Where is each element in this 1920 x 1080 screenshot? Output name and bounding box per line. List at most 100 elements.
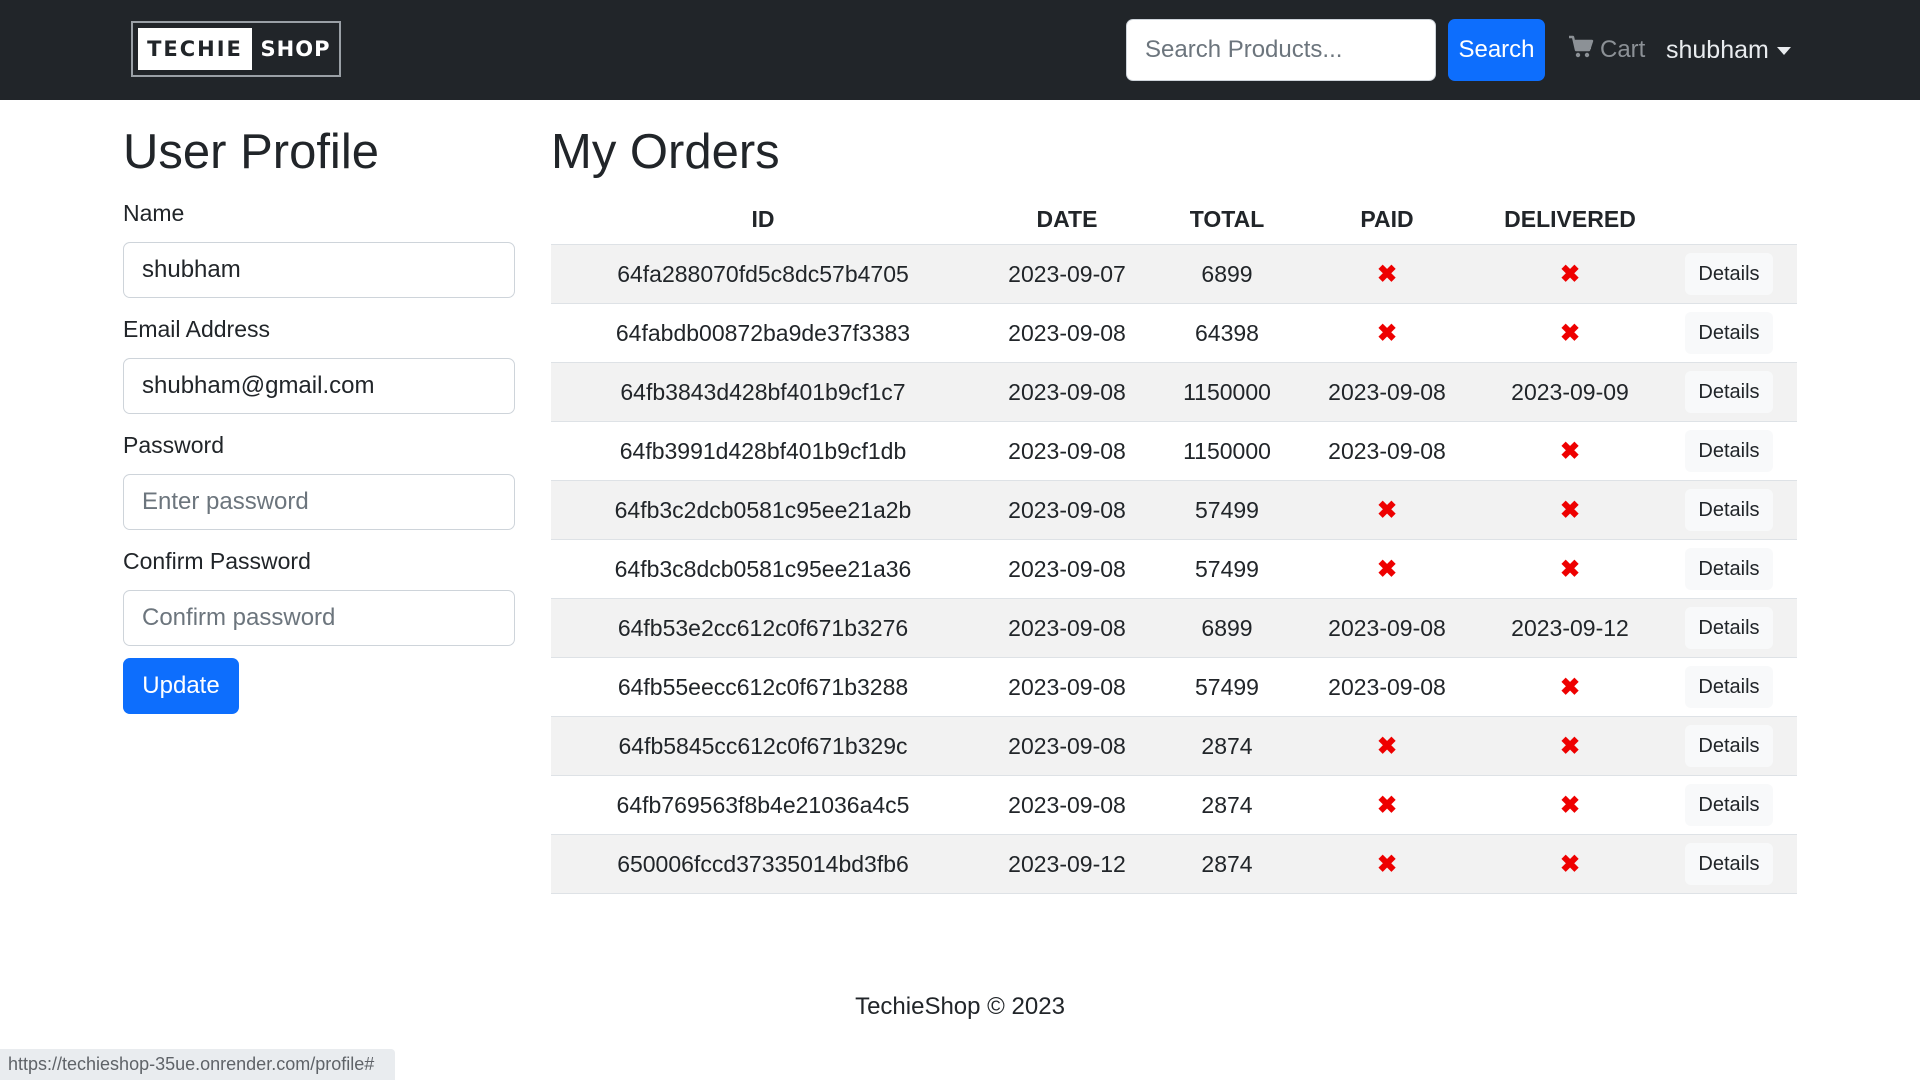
order-paid-status: ✖ [1295,480,1479,540]
cart-label: Cart [1600,36,1646,63]
name-field[interactable] [123,242,515,298]
order-delivered-status: ✖ [1479,834,1661,894]
order-paid-status: ✖ [1295,834,1479,894]
search-input[interactable] [1126,19,1436,81]
column-header-date: DATE [975,202,1159,245]
table-row: 64fb5845cc612c0f671b329c 2023-09-08 2874 ✖ ✖… [551,716,1797,776]
order-date: 2023-09-08 [975,303,1159,363]
order-actions: Details [1661,657,1797,717]
order-delivered-status: ✖ [1479,716,1661,776]
order-actions: Details [1661,480,1797,540]
details-button[interactable]: Details [1685,371,1773,413]
order-paid-date: 2023-09-08 [1295,657,1479,717]
table-row: 650006fccd37335014bd3fb6 2023-09-12 2874 ✖ ✖… [551,834,1797,894]
order-id: 64fb769563f8b4e21036a4c5 [551,775,975,835]
orders-table: ID DATE TOTAL PAID DELIVERED 64fa288070f… [551,202,1797,894]
order-total: 6899 [1159,244,1295,304]
confirm-password-field[interactable] [123,590,515,646]
order-delivered-date: 2023-09-09 [1479,362,1661,422]
order-total: 2874 [1159,834,1295,894]
order-paid-date: 2023-09-08 [1295,362,1479,422]
table-row: 64fb3991d428bf401b9cf1db 2023-09-08 115000… [551,421,1797,481]
order-total: 64398 [1159,303,1295,363]
order-date: 2023-09-08 [975,598,1159,658]
order-actions: Details [1661,775,1797,835]
order-delivered-status: ✖ [1479,244,1661,304]
x-mark-icon: ✖ [1559,319,1581,347]
order-date: 2023-09-08 [975,657,1159,717]
order-total: 6899 [1159,598,1295,658]
order-delivered-status: ✖ [1479,657,1661,717]
x-mark-icon: ✖ [1559,496,1581,524]
order-date: 2023-09-08 [975,539,1159,599]
order-actions: Details [1661,362,1797,422]
order-id: 64fb3991d428bf401b9cf1db [551,421,975,481]
x-mark-icon: ✖ [1376,319,1398,347]
x-mark-icon: ✖ [1376,850,1398,878]
x-mark-icon: ✖ [1559,673,1581,701]
x-mark-icon: ✖ [1559,732,1581,760]
order-paid-status: ✖ [1295,244,1479,304]
cart-icon [1568,35,1594,66]
x-mark-icon: ✖ [1559,437,1581,465]
order-id: 64fb3843d428bf401b9cf1c7 [551,362,975,422]
details-button[interactable]: Details [1685,489,1773,531]
order-date: 2023-09-08 [975,480,1159,540]
table-row: 64fabdb00872ba9de37f3383 2023-09-08 64398 ✖… [551,303,1797,363]
order-id: 64fb3c8dcb0581c95ee21a36 [551,539,975,599]
details-button[interactable]: Details [1685,843,1773,885]
order-id: 64fb5845cc612c0f671b329c [551,716,975,776]
password-field[interactable] [123,474,515,530]
logo-text-shop: SHOP [260,37,331,61]
order-paid-status: ✖ [1295,775,1479,835]
email-field[interactable] [123,358,515,414]
order-actions: Details [1661,539,1797,599]
column-header-actions [1661,202,1797,245]
column-header-total: TOTAL [1159,202,1295,245]
order-total: 57499 [1159,539,1295,599]
order-delivered-status: ✖ [1479,480,1661,540]
details-button[interactable]: Details [1685,607,1773,649]
table-row: 64fb769563f8b4e21036a4c5 2023-09-08 2874 ✖ ✖… [551,775,1797,835]
email-label: Email Address [123,316,271,342]
details-button[interactable]: Details [1685,725,1773,767]
details-button[interactable]: Details [1685,253,1773,295]
order-total: 57499 [1159,657,1295,717]
column-header-delivered: DELIVERED [1479,202,1661,245]
order-total: 57499 [1159,480,1295,540]
table-row: 64fb3843d428bf401b9cf1c7 2023-09-08 115000… [551,362,1797,422]
details-button[interactable]: Details [1685,312,1773,354]
user-dropdown[interactable]: shubham [1666,32,1791,68]
order-delivered-status: ✖ [1479,421,1661,481]
x-mark-icon: ✖ [1376,732,1398,760]
x-mark-icon: ✖ [1376,555,1398,583]
order-date: 2023-09-08 [975,775,1159,835]
table-row: 64fb53e2cc612c0f671b3276 2023-09-08 6899 20… [551,598,1797,658]
order-id: 64fa288070fd5c8dc57b4705 [551,244,975,304]
update-button[interactable]: Update [123,658,239,714]
orders-title: My Orders [551,125,780,179]
caret-down-icon [1776,47,1791,55]
brand-logo[interactable]: TECHIE SHOP [131,21,341,77]
search-button[interactable]: Search [1448,19,1545,81]
order-date: 2023-09-08 [975,716,1159,776]
column-header-paid: PAID [1295,202,1479,245]
details-button[interactable]: Details [1685,666,1773,708]
order-id: 64fb53e2cc612c0f671b3276 [551,598,975,658]
order-delivered-status: ✖ [1479,539,1661,599]
details-button[interactable]: Details [1685,784,1773,826]
cart-link[interactable]: Cart [1568,32,1645,68]
details-button[interactable]: Details [1685,430,1773,472]
order-id: 64fabdb00872ba9de37f3383 [551,303,975,363]
x-mark-icon: ✖ [1559,555,1581,583]
order-date: 2023-09-08 [975,421,1159,481]
table-row: 64fb55eecc612c0f671b3288 2023-09-08 57499 2… [551,657,1797,717]
order-actions: Details [1661,716,1797,776]
order-actions: Details [1661,244,1797,304]
name-label: Name [123,200,185,226]
order-total: 2874 [1159,716,1295,776]
details-button[interactable]: Details [1685,548,1773,590]
x-mark-icon: ✖ [1559,791,1581,819]
orders-header-row: ID DATE TOTAL PAID DELIVERED [551,202,1797,245]
order-paid-status: ✖ [1295,303,1479,363]
